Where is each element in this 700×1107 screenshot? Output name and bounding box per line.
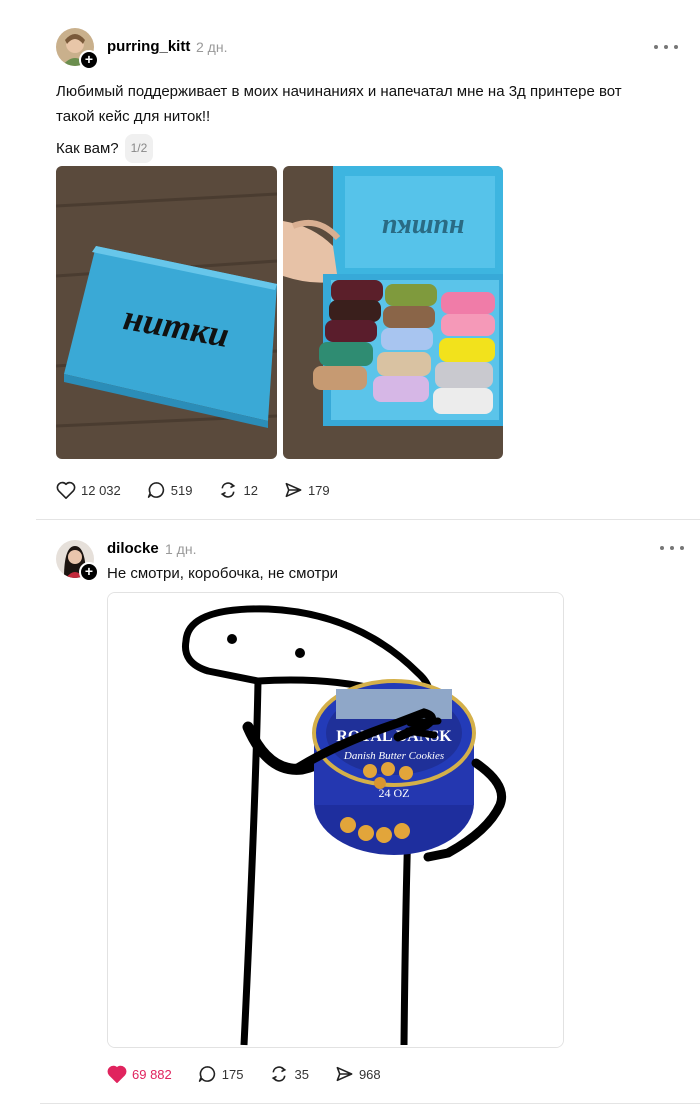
post-image[interactable]: ROYAL DANSK Danish Butter Cookies 24 OZ	[107, 592, 564, 1048]
share-button[interactable]: 179	[284, 481, 330, 499]
svg-text:нитки: нитки	[382, 213, 465, 244]
tin-weight: 24 OZ	[379, 786, 410, 800]
share-count: 179	[307, 482, 330, 498]
post-time[interactable]: 1 дн.	[165, 541, 196, 557]
comment-count: 175	[221, 1066, 244, 1082]
post-image-1[interactable]: нитки	[56, 166, 277, 459]
post-actions: 12 032 519 12 179	[56, 481, 356, 499]
more-icon[interactable]	[660, 543, 684, 553]
post-actions: 69 882 175 35 968	[107, 1065, 407, 1083]
like-count: 12 032	[81, 482, 121, 498]
post-question-line: Как вам? 1/2	[56, 134, 154, 163]
post-time[interactable]: 2 дн.	[196, 39, 227, 55]
share-icon	[285, 482, 302, 498]
repost-button[interactable]: 35	[269, 1065, 309, 1083]
follow-plus-icon[interactable]: +	[79, 50, 99, 70]
more-icon[interactable]	[654, 42, 678, 52]
repost-count: 12	[243, 482, 258, 498]
share-icon	[336, 1066, 353, 1082]
image-counter: 1/2	[124, 134, 154, 163]
like-button[interactable]: 69 882	[107, 1065, 172, 1083]
post-username[interactable]: purring_kitt	[107, 38, 190, 55]
follow-plus-icon[interactable]: +	[79, 562, 99, 582]
like-count: 69 882	[132, 1066, 172, 1082]
tin-subtitle: Danish Butter Cookies	[343, 750, 444, 762]
post-image-2[interactable]: нитки	[283, 166, 503, 459]
repost-icon	[272, 1066, 287, 1082]
heart-icon	[56, 481, 76, 499]
comment-button[interactable]: 519	[147, 481, 193, 499]
share-count: 968	[358, 1066, 381, 1082]
post-question: Как вам?	[56, 140, 119, 157]
heart-icon	[107, 1065, 127, 1083]
comment-icon	[198, 1066, 215, 1082]
post-text: Любимый поддерживает в моих начинаниях и…	[56, 83, 622, 125]
comment-count: 519	[170, 482, 193, 498]
like-button[interactable]: 12 032	[56, 481, 121, 499]
repost-icon	[221, 482, 236, 498]
post-text: Не смотри, коробочка, не смотри	[107, 565, 339, 582]
post-2: + dilocke 1 дн. Не смотри, коробочка, не…	[0, 520, 700, 1107]
share-button[interactable]: 968	[335, 1065, 381, 1083]
post-divider	[40, 1103, 700, 1104]
comment-icon	[147, 482, 164, 498]
post-username[interactable]: dilocke	[107, 540, 159, 557]
post-1: + purring_kitt 2 дн. Любимый поддерживае…	[0, 0, 700, 520]
repost-button[interactable]: 12	[218, 481, 258, 499]
repost-count: 35	[294, 1066, 309, 1082]
comment-button[interactable]: 175	[198, 1065, 244, 1083]
